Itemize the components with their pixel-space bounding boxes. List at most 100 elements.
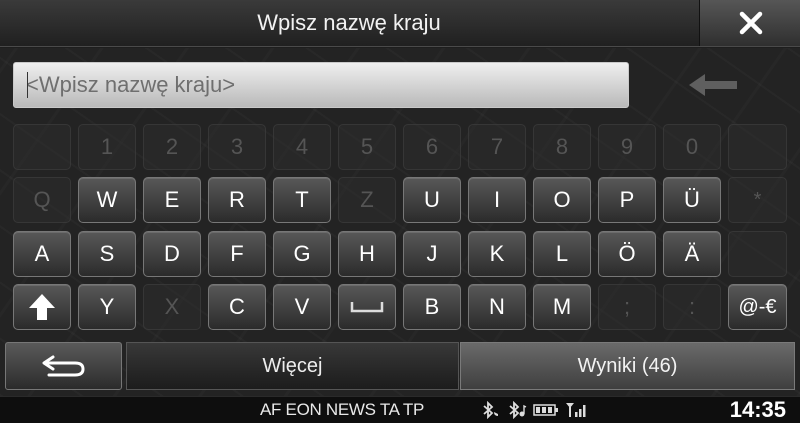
close-icon: [739, 11, 762, 35]
key-o[interactable]: O: [533, 177, 591, 223]
key-ö[interactable]: Ö: [598, 231, 656, 277]
key-label: H: [359, 241, 375, 266]
key-label: D: [164, 241, 180, 266]
signal-icon: [566, 403, 586, 417]
key-n[interactable]: N: [468, 284, 526, 330]
return-arrow-icon: [42, 355, 85, 377]
key-s[interactable]: S: [78, 231, 136, 277]
key-m[interactable]: M: [533, 284, 591, 330]
key-q: Q: [13, 177, 71, 223]
key-*: *: [728, 177, 787, 223]
key-label: G: [293, 241, 311, 266]
key-space[interactable]: [338, 284, 396, 330]
key-label: M: [552, 294, 572, 319]
key-e[interactable]: E: [143, 177, 201, 223]
key-d[interactable]: D: [143, 231, 201, 277]
header: Wpisz nazwę kraju: [0, 0, 800, 47]
key-label: U: [424, 187, 440, 212]
key-w[interactable]: W: [78, 177, 136, 223]
key-1: 1: [78, 124, 136, 170]
bluetooth-phone-icon: [483, 401, 498, 419]
backspace-button[interactable]: [638, 62, 788, 108]
key-ü[interactable]: Ü: [663, 177, 721, 223]
key-ä[interactable]: Ä: [663, 231, 721, 277]
key-label: J: [426, 241, 438, 266]
key-g[interactable]: G: [273, 231, 331, 277]
key-label: F: [230, 241, 244, 266]
key-:: :: [663, 284, 721, 330]
key-label: K: [489, 241, 505, 266]
key-label: O: [553, 187, 571, 212]
status-icons: [481, 400, 587, 420]
bluetooth-audio-icon: [509, 401, 527, 419]
results-button-label: Wyniki (46): [577, 354, 678, 377]
key-label: E: [164, 187, 180, 212]
status-bar: AF EON NEWS TA TP 14:35: [0, 396, 800, 423]
clock: 14:35: [729, 397, 786, 422]
key-x: X: [143, 284, 201, 330]
key-y[interactable]: Y: [78, 284, 136, 330]
results-button[interactable]: Wyniki (46): [460, 342, 795, 390]
key-c[interactable]: C: [208, 284, 266, 330]
key-p[interactable]: P: [598, 177, 656, 223]
close-button[interactable]: [699, 0, 800, 46]
key-blank: [13, 124, 71, 170]
key-9: 9: [598, 124, 656, 170]
key-label: L: [555, 241, 569, 266]
key-label: Ä: [684, 241, 700, 266]
key-j[interactable]: J: [403, 231, 461, 277]
key-k[interactable]: K: [468, 231, 526, 277]
key-label: 5: [360, 134, 374, 159]
key-3: 3: [208, 124, 266, 170]
key-label: :: [688, 294, 696, 319]
key-a[interactable]: A: [13, 231, 71, 277]
battery-icon: [533, 404, 558, 416]
page-title: Wpisz nazwę kraju: [257, 10, 441, 35]
bottom-bar: Więcej Wyniki (46): [0, 342, 800, 392]
key-label: A: [34, 241, 50, 266]
key-2: 2: [143, 124, 201, 170]
key-label: W: [96, 187, 118, 212]
key-label: ;: [623, 294, 631, 319]
key-label: Ö: [618, 241, 636, 266]
key-;: ;: [598, 284, 656, 330]
key-0: 0: [663, 124, 721, 170]
key-l[interactable]: L: [533, 231, 591, 277]
key-label: 8: [555, 134, 569, 159]
key-5: 5: [338, 124, 396, 170]
key-v[interactable]: V: [273, 284, 331, 330]
key-blank: [728, 231, 787, 277]
key-label: B: [424, 294, 440, 319]
more-button[interactable]: Więcej: [126, 342, 459, 390]
key-shift[interactable]: [13, 284, 71, 330]
key-u[interactable]: U: [403, 177, 461, 223]
key-label: *: [753, 188, 762, 211]
key-label: 4: [295, 134, 309, 159]
key-r[interactable]: R: [208, 177, 266, 223]
back-button[interactable]: [5, 342, 122, 390]
key-label: 1: [100, 134, 114, 159]
key-8: 8: [533, 124, 591, 170]
rds-status: AF EON NEWS TA TP: [260, 400, 424, 419]
key-f[interactable]: F: [208, 231, 266, 277]
key-@-€[interactable]: @-€: [728, 284, 787, 330]
key-label: 0: [685, 134, 699, 159]
key-label: Ü: [684, 187, 700, 212]
space-icon: [350, 300, 384, 314]
key-b[interactable]: B: [403, 284, 461, 330]
key-6: 6: [403, 124, 461, 170]
key-label: C: [229, 294, 245, 319]
key-label: @-€: [738, 295, 777, 318]
shift-icon: [27, 292, 57, 322]
key-h[interactable]: H: [338, 231, 396, 277]
key-label: 7: [490, 134, 504, 159]
country-search-input[interactable]: [13, 62, 629, 108]
key-7: 7: [468, 124, 526, 170]
key-blank: [728, 124, 787, 170]
key-label: 6: [425, 134, 439, 159]
key-t[interactable]: T: [273, 177, 331, 223]
key-label: Q: [33, 187, 51, 212]
key-i[interactable]: I: [468, 177, 526, 223]
key-label: T: [295, 187, 309, 212]
key-label: V: [294, 294, 310, 319]
